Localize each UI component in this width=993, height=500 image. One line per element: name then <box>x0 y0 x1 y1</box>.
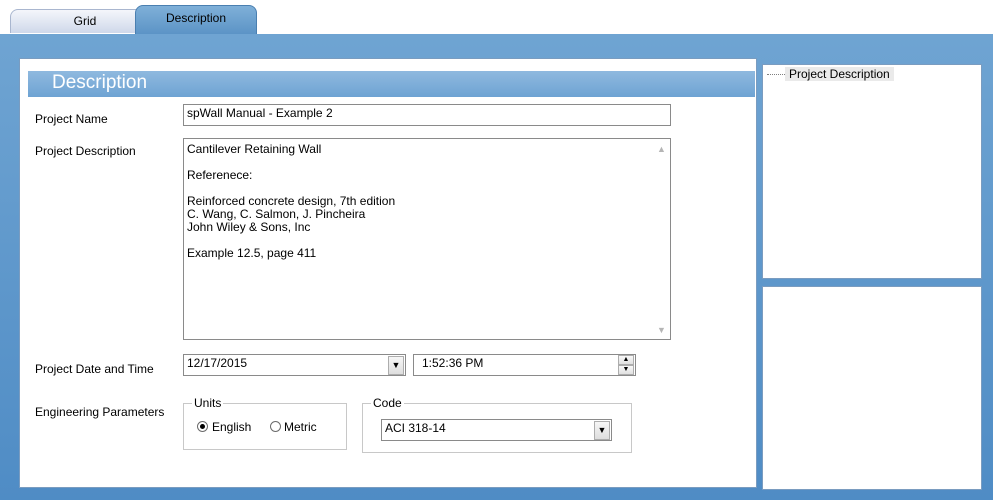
engineering-parameters-label: Engineering Parameters <box>35 405 165 419</box>
time-picker[interactable]: 1:52:36 PM ▲ ▼ <box>413 354 636 376</box>
tab-description[interactable]: Description <box>135 5 257 37</box>
tab-description-label: Description <box>165 11 227 25</box>
spin-down-icon[interactable]: ▼ <box>618 365 634 375</box>
code-select[interactable]: ACI 318-14 ▼ <box>381 419 612 441</box>
units-english-label[interactable]: English <box>212 420 251 434</box>
chevron-down-icon[interactable]: ▼ <box>594 421 610 440</box>
preview-panel <box>762 286 982 490</box>
project-name-label: Project Name <box>35 112 108 126</box>
scroll-up-icon[interactable]: ▲ <box>657 144 666 154</box>
units-english-radio[interactable] <box>197 421 208 432</box>
tree-connector <box>767 74 785 75</box>
date-picker[interactable]: 12/17/2015 ▼ <box>183 354 406 376</box>
project-description-value: Cantilever Retaining Wall Referenece: Re… <box>187 142 396 260</box>
units-metric-label[interactable]: Metric <box>284 420 317 434</box>
project-name-value: spWall Manual - Example 2 <box>187 106 333 120</box>
spin-up-icon[interactable]: ▲ <box>618 355 634 365</box>
date-value: 12/17/2015 <box>187 356 248 370</box>
project-name-input[interactable]: spWall Manual - Example 2 <box>183 104 671 126</box>
project-description-textarea[interactable]: Cantilever Retaining Wall Referenece: Re… <box>183 138 671 340</box>
tree-item-project-description[interactable]: Project Description <box>785 67 894 81</box>
description-scrollbar[interactable]: ▲ ▼ <box>653 139 670 339</box>
units-metric-radio[interactable] <box>270 421 281 432</box>
time-value: 1:52:36 PM <box>422 356 484 370</box>
project-description-label: Project Description <box>35 144 136 158</box>
code-legend: Code <box>371 396 404 410</box>
section-header: Description <box>28 71 755 97</box>
code-group: Code ACI 318-14 ▼ <box>362 396 632 453</box>
tab-grid-label: Grid <box>73 14 97 28</box>
date-time-label: Project Date and Time <box>35 362 154 376</box>
chevron-down-icon[interactable]: ▼ <box>388 356 404 375</box>
units-group: Units English Metric <box>183 396 347 450</box>
tab-strip: Grid Description <box>0 0 993 37</box>
radio-selected-dot <box>200 424 205 429</box>
scroll-down-icon[interactable]: ▼ <box>657 325 666 335</box>
section-title: Description <box>52 72 148 93</box>
tree-panel: Project Description <box>762 64 982 279</box>
code-value: ACI 318-14 <box>385 421 446 435</box>
units-legend: Units <box>192 396 224 410</box>
